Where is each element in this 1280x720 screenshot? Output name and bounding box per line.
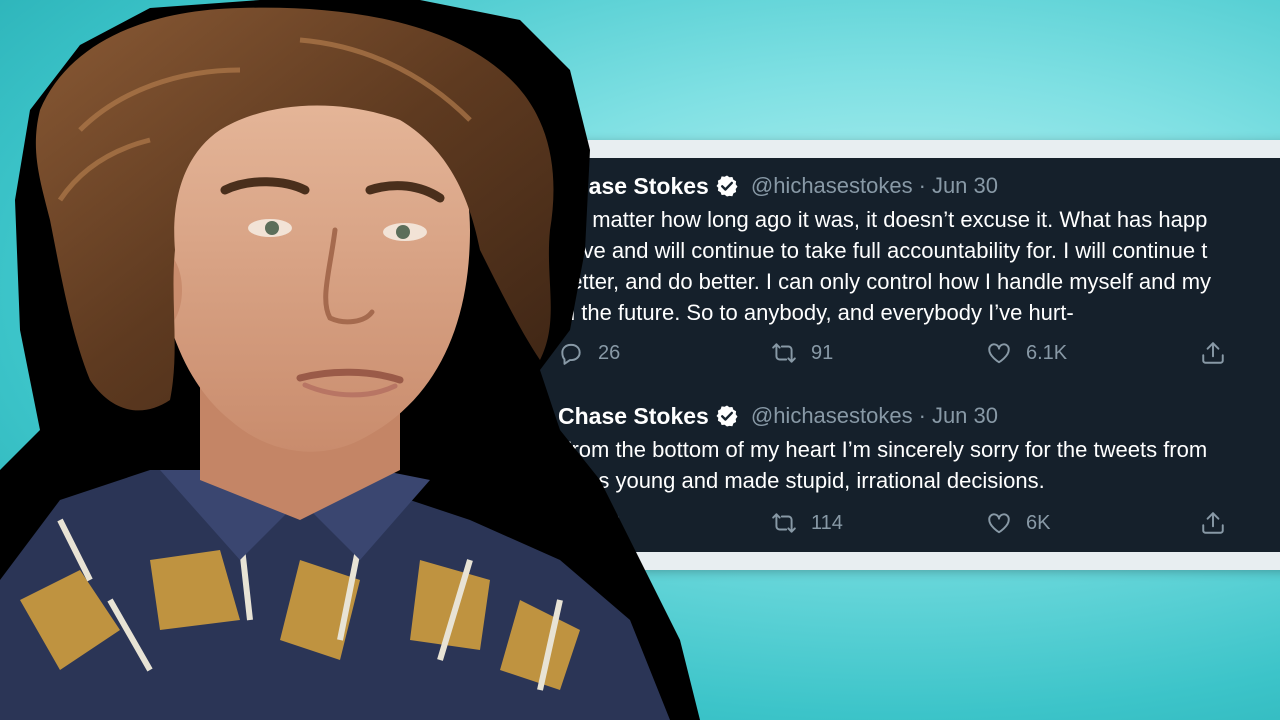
share-icon <box>1202 342 1224 364</box>
separator-dot: · <box>918 173 926 198</box>
retweet-button[interactable]: 114 <box>771 508 843 538</box>
tweet-date[interactable]: Jun 30 <box>932 403 998 429</box>
retweet-count: 91 <box>811 341 834 364</box>
tweet-date[interactable]: Jun 30 <box>932 173 998 199</box>
retweet-icon <box>772 513 796 533</box>
author-handle[interactable]: @hichasestokes <box>751 403 913 429</box>
retweet-icon <box>772 343 796 363</box>
share-icon <box>1202 512 1224 534</box>
share-button[interactable] <box>1200 508 1240 538</box>
author-handle[interactable]: @hichasestokes <box>751 173 913 199</box>
share-button[interactable] <box>1200 338 1240 368</box>
person-photo-cutout <box>0 0 700 720</box>
separator-dot: · <box>918 403 926 428</box>
like-count: 6.1K <box>1026 341 1068 364</box>
verified-badge-icon <box>716 175 738 197</box>
like-count: 6K <box>1026 511 1051 534</box>
verified-badge-icon <box>716 405 738 427</box>
retweet-button[interactable]: 91 <box>771 338 833 368</box>
retweet-count: 114 <box>811 511 843 534</box>
heart-icon <box>988 343 1010 364</box>
like-button[interactable]: 6.1K <box>986 338 1067 368</box>
heart-icon <box>988 513 1010 534</box>
like-button[interactable]: 6K <box>986 508 1050 538</box>
